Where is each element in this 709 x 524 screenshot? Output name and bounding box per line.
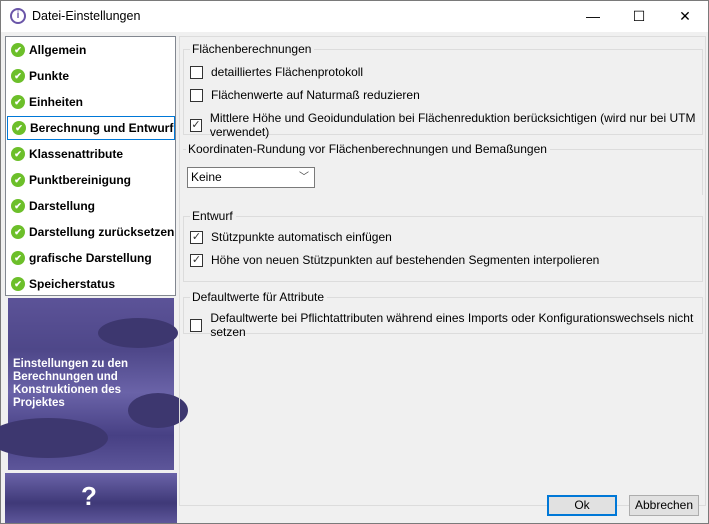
checkmark-icon[interactable]: ✓ bbox=[190, 118, 202, 132]
group-flaechenberechnungen: Flächenberechnungen detailliertes Fläche… bbox=[183, 42, 703, 139]
checkbox-label: Defaultwerte bei Pflichtattributen währe… bbox=[210, 311, 694, 339]
select-value: Keine bbox=[191, 170, 222, 184]
nav-item-label: grafische Darstellung bbox=[29, 251, 152, 265]
nav-item[interactable]: ✔ Einheiten bbox=[7, 90, 175, 114]
checkbox-box[interactable] bbox=[190, 318, 203, 332]
window-title: Datei-Einstellungen bbox=[32, 9, 141, 23]
cancel-button[interactable]: Abbrechen bbox=[629, 495, 699, 516]
nav-item-label: Allgemein bbox=[29, 43, 87, 57]
checkbox-label: Höhe von neuen Stützpunkten auf bestehen… bbox=[211, 253, 600, 267]
checkbox-label: Mittlere Höhe und Geoidundulation bei Fl… bbox=[209, 111, 696, 139]
checkbox-label: Stützpunkte automatisch einfügen bbox=[211, 230, 392, 244]
nav-item-label: Punktbereinigung bbox=[29, 173, 131, 187]
app-info-icon: i bbox=[10, 8, 26, 24]
checkbox-naturmass[interactable]: Flächenwerte auf Naturmaß reduzieren bbox=[190, 88, 420, 102]
settings-nav-list: ✔ Allgemein ✔ Punkte ✔ Einheiten ✔ Berechnung u… bbox=[5, 36, 176, 296]
dialog-window: i Datei-Einstellungen — ☐ ✕ ✔ Allgemein ✔ P… bbox=[0, 0, 709, 524]
nav-item[interactable]: ✔ grafische Darstellung bbox=[7, 246, 175, 270]
nav-item-label: Darstellung zurücksetzen bbox=[29, 225, 175, 239]
close-button[interactable]: ✕ bbox=[662, 1, 708, 32]
info-text: Einstellungen zu den Berechnungen und Ko… bbox=[13, 358, 129, 409]
checkbox-flaechenprotokoll[interactable]: detailliertes Flächenprotokoll bbox=[190, 65, 363, 79]
check-circle-icon: ✔ bbox=[11, 95, 25, 109]
group-defaultwerte: Defaultwerte für Attribute Defaultwerte … bbox=[183, 290, 703, 339]
checkbox-label: Flächenwerte auf Naturmaß reduzieren bbox=[211, 88, 420, 102]
nav-item-label: Berechnung und Entwurf bbox=[30, 121, 174, 135]
nav-item-label: Darstellung bbox=[29, 199, 96, 213]
nav-item-label: Klassenattribute bbox=[29, 147, 124, 161]
checkbox-geoidundulation[interactable]: ✓ Mittlere Höhe und Geoidundulation bei F… bbox=[190, 111, 702, 139]
minimize-button[interactable]: — bbox=[570, 1, 616, 32]
check-circle-icon: ✔ bbox=[11, 173, 25, 187]
check-circle-icon: ✔ bbox=[11, 251, 25, 265]
chevron-down-icon: ﹀ bbox=[299, 172, 309, 183]
rundung-select[interactable]: Keine ﹀ bbox=[187, 167, 315, 188]
nav-item-label: Punkte bbox=[29, 69, 70, 83]
checkbox-hoehe-interpolieren[interactable]: ✓ Höhe von neuen Stützpunkten auf bestehe… bbox=[190, 253, 599, 267]
nav-item-label: Einheiten bbox=[29, 95, 84, 109]
info-image: Einstellungen zu den Berechnungen und Ko… bbox=[0, 298, 188, 470]
ok-button[interactable]: Ok bbox=[547, 495, 617, 516]
nav-item[interactable]: ✔ Punkte bbox=[7, 64, 175, 88]
group-entwurf: Entwurf ✓ Stützpunkte automatisch einfüge… bbox=[183, 209, 703, 282]
checkmark-icon[interactable]: ✓ bbox=[190, 253, 203, 267]
checkbox-defaultwerte[interactable]: Defaultwerte bei Pflichtattributen währe… bbox=[190, 311, 702, 339]
checkbox-box[interactable] bbox=[190, 65, 203, 79]
nav-item[interactable]: ✔ Speicherstatus bbox=[7, 272, 175, 296]
maximize-button[interactable]: ☐ bbox=[616, 1, 662, 32]
nav-item[interactable]: ✔ Klassenattribute bbox=[7, 142, 175, 166]
checkbox-stuetzpunkte[interactable]: ✓ Stützpunkte automatisch einfügen bbox=[190, 230, 392, 244]
check-circle-icon: ✔ bbox=[11, 43, 25, 57]
check-circle-icon: ✔ bbox=[11, 147, 25, 161]
checkbox-box[interactable] bbox=[190, 88, 203, 102]
group-title: Flächenberechnungen bbox=[190, 42, 315, 56]
nav-item[interactable]: ✔ Punktbereinigung bbox=[7, 168, 175, 192]
help-icon[interactable]: ? bbox=[81, 481, 97, 512]
checkbox-label: detailliertes Flächenprotokoll bbox=[211, 65, 364, 79]
title-bar: i Datei-Einstellungen — ☐ ✕ bbox=[1, 1, 708, 32]
help-image-button[interactable]: ? bbox=[5, 473, 177, 523]
nav-item[interactable]: ✔ Berechnung und Entwurf bbox=[7, 116, 175, 140]
group-rundung: Koordinaten-Rundung vor Flächenberechnun… bbox=[183, 142, 703, 195]
nav-item[interactable]: ✔ Darstellung zurücksetzen bbox=[7, 220, 175, 244]
group-title: Koordinaten-Rundung vor Flächenberechnun… bbox=[186, 142, 550, 156]
check-circle-icon: ✔ bbox=[11, 69, 25, 83]
group-title: Entwurf bbox=[190, 209, 236, 223]
settings-content: Flächenberechnungen detailliertes Fläche… bbox=[179, 36, 706, 506]
check-circle-icon: ✔ bbox=[11, 199, 25, 213]
nav-item-label: Speicherstatus bbox=[29, 277, 116, 291]
checkmark-icon[interactable]: ✓ bbox=[190, 230, 203, 244]
nav-item[interactable]: ✔ Allgemein bbox=[7, 38, 175, 62]
group-title: Defaultwerte für Attribute bbox=[190, 290, 328, 304]
check-circle-icon: ✔ bbox=[12, 121, 26, 135]
check-circle-icon: ✔ bbox=[11, 225, 25, 239]
check-circle-icon: ✔ bbox=[11, 277, 25, 291]
nav-item[interactable]: ✔ Darstellung bbox=[7, 194, 175, 218]
